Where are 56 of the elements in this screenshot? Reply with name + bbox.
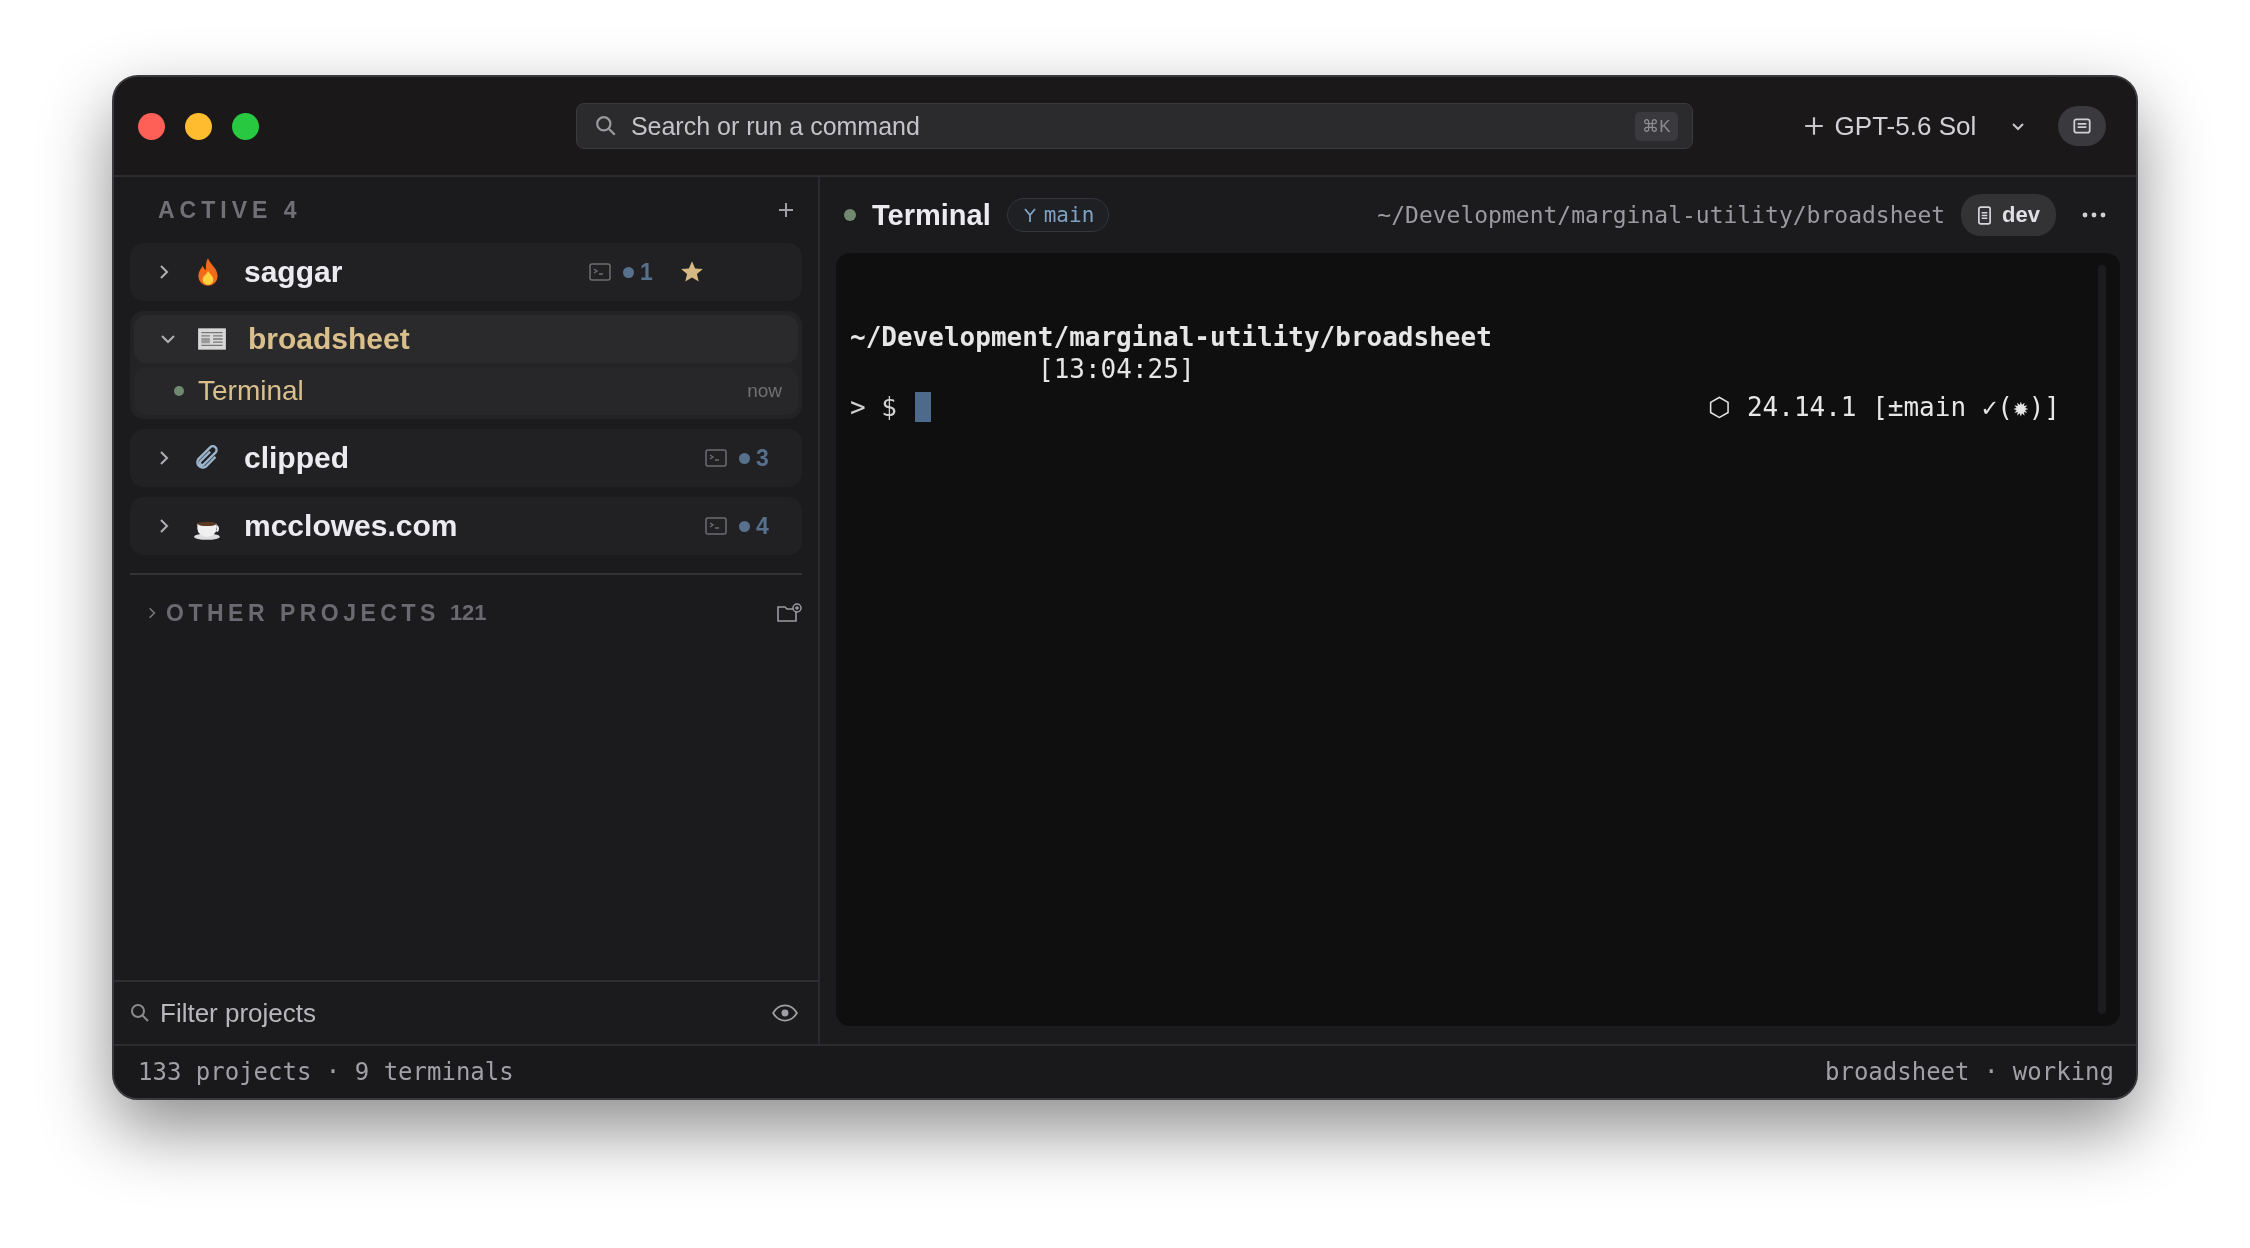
status-dot [739,452,750,464]
section-heading: ACTIVE 4 [158,196,302,224]
status-text: broadsheet · working [1825,1058,2114,1086]
project-name: clipped [244,441,349,475]
terminal-panel[interactable]: ~/Development/marginal-utility/broadsheet [13:04:25] > $ ⬡ 24.14.1 [±main ✓(✹)] [836,253,2120,1026]
status-dot [174,386,184,396]
prompt: > $ [850,392,897,422]
terminal-icon [589,263,611,281]
search-icon [130,1003,150,1023]
shortcut-hint: ⌘K [1635,111,1678,141]
eye-icon[interactable] [772,1004,798,1022]
add-icon[interactable] [776,200,796,220]
project-name: saggar [244,255,343,289]
search-icon [594,115,617,137]
minimize-window-button[interactable] [185,112,212,140]
project-row[interactable]: broadsheet [134,315,798,363]
project-row[interactable]: saggar 1 [130,243,802,301]
terminal-title: Terminal [872,198,991,232]
document-icon [1977,205,1993,225]
status-dot [623,266,634,278]
project-count: 121 [449,600,487,626]
terminal-line: ~/Development/marginal-utility/broadsheet [850,321,1493,353]
search-bar[interactable]: Search or run a command ⌘K [575,103,1693,149]
profile-button[interactable]: dev [1961,194,2056,236]
session-name: Terminal [198,375,304,407]
text-cursor [914,392,931,422]
terminal-session-row[interactable]: Terminal now [134,367,798,415]
model-picker-button[interactable]: GPT-5.6 Sol [1802,110,2029,142]
terminal-line: [13:04:25] [1037,353,1196,385]
terminal-count: 3 [756,444,770,472]
plus-icon [1802,115,1825,137]
branch-name: main [1043,203,1095,227]
add-folder-icon[interactable] [776,602,802,624]
project-name: mcclowes.com [244,509,458,543]
terminal-count: 1 [640,258,654,286]
status-text: 133 projects · 9 terminals [138,1058,514,1086]
filter-field[interactable]: Filter projects [158,996,764,1030]
branch-badge[interactable]: main [1006,198,1110,232]
zoom-window-button[interactable] [232,112,259,140]
star-icon[interactable] [680,260,704,284]
close-window-button[interactable] [138,112,165,140]
status-dot [844,209,856,221]
terminal-icon [705,449,727,467]
status-dot [739,520,750,532]
more-icon[interactable] [2082,212,2106,218]
terminal-icon [705,517,727,535]
project-row[interactable]: mcclowes.com 4 [130,497,802,555]
project-row[interactable]: clipped 3 [130,429,802,487]
working-directory: ~/Development/marginal-utility/broadsheet [1377,202,1946,228]
session-time: now [747,380,782,402]
right-prompt: ⬡ 24.14.1 [±main ✓(✹)] [1708,392,2060,422]
panel-toggle-button[interactable] [2058,106,2106,146]
command-search-field[interactable]: Search or run a command [630,111,1622,141]
terminal-count: 4 [756,512,770,540]
branch-icon [1021,207,1038,223]
project-name: broadsheet [248,322,410,356]
